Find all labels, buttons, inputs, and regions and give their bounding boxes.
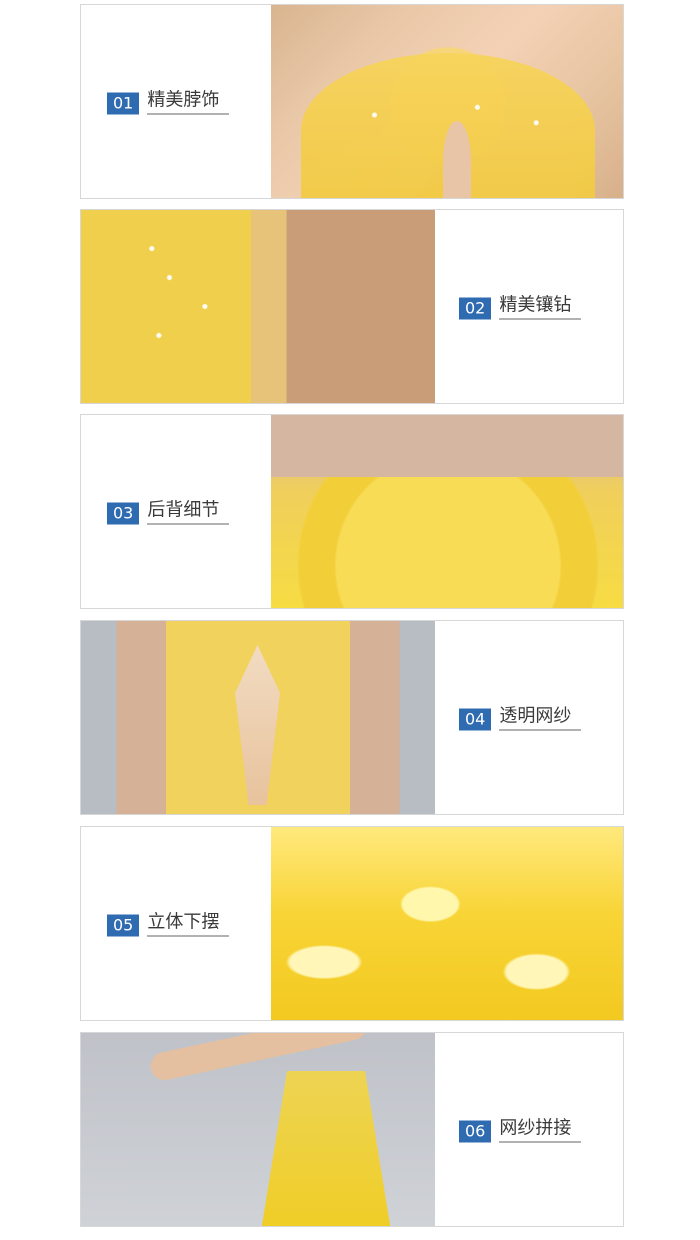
detail-panel-06: 06 网纱拼接 [80, 1032, 624, 1227]
detail-panel-03: 03 后背细节 [80, 414, 624, 609]
detail-panel-05: 05 立体下摆 [80, 826, 624, 1021]
detail-title: 立体下摆 [147, 911, 230, 936]
detail-number: 02 [459, 297, 492, 319]
detail-label: 02 精美镶钻 [459, 294, 582, 319]
mesh-splice-detail-image [81, 1033, 435, 1226]
detail-label: 03 后背细节 [107, 499, 230, 524]
detail-label: 06 网纱拼接 [459, 1117, 582, 1142]
detail-label: 05 立体下摆 [107, 911, 230, 936]
panel-text-area: 06 网纱拼接 [435, 1033, 623, 1226]
rhinestone-detail-image [81, 210, 435, 403]
detail-title: 精美镶钻 [499, 294, 582, 319]
detail-label: 04 透明网纱 [459, 705, 582, 730]
detail-number: 03 [107, 502, 140, 524]
detail-number: 01 [107, 92, 140, 114]
back-detail-image [271, 415, 623, 608]
detail-title: 后背细节 [147, 499, 230, 524]
detail-title: 精美脖饰 [147, 89, 230, 114]
panel-text-area: 02 精美镶钻 [435, 210, 623, 403]
panel-text-area: 05 立体下摆 [81, 827, 271, 1020]
panel-text-area: 01 精美脖饰 [81, 5, 271, 198]
detail-number: 06 [459, 1120, 492, 1142]
detail-panel-01: 01 精美脖饰 [80, 4, 624, 199]
panel-text-area: 04 透明网纱 [435, 621, 623, 814]
detail-number: 04 [459, 708, 492, 730]
detail-panel-04: 04 透明网纱 [80, 620, 624, 815]
detail-title: 透明网纱 [499, 705, 582, 730]
detail-label: 01 精美脖饰 [107, 89, 230, 114]
panel-text-area: 03 后背细节 [81, 415, 271, 608]
detail-panel-02: 02 精美镶钻 [80, 209, 624, 404]
detail-title: 网纱拼接 [499, 1117, 582, 1142]
necklace-detail-image [271, 5, 623, 198]
mesh-detail-image [81, 621, 435, 814]
detail-number: 05 [107, 914, 140, 936]
hem-detail-image [271, 827, 623, 1020]
